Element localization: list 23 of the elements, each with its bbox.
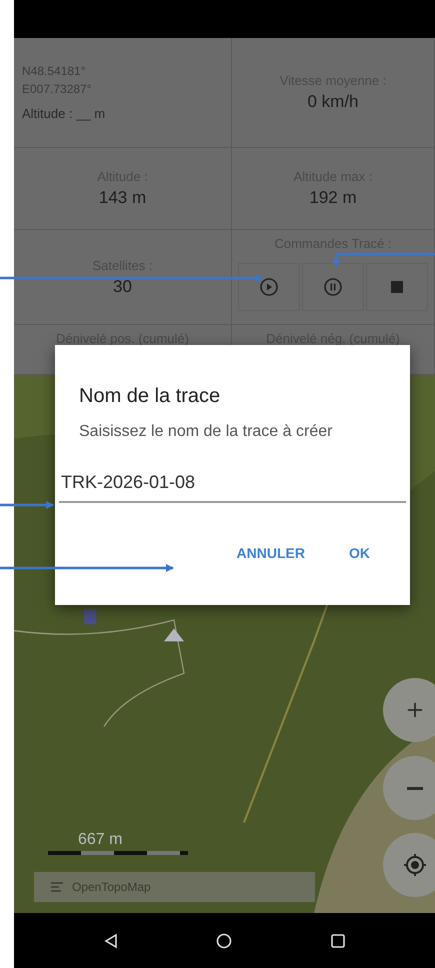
back-icon — [102, 932, 119, 948]
max-altitude-value: 192 m — [309, 188, 357, 208]
dialog-message: Saisissez le nom de la trace à créer — [79, 422, 334, 442]
play-circle-icon — [259, 277, 279, 297]
layers-icon — [50, 881, 64, 893]
stop-button[interactable] — [366, 263, 428, 311]
ok-button[interactable]: OK — [345, 541, 374, 565]
play-button[interactable] — [238, 263, 300, 311]
satellites-value: 30 — [113, 276, 132, 296]
pause-button[interactable] — [302, 263, 364, 311]
average-speed-value: 0 km/h — [307, 92, 359, 112]
dialog-title: Nom de la trace — [79, 385, 222, 408]
pause-circle-icon — [323, 277, 343, 297]
track-name-input[interactable]: TRK-2026-01-08 — [59, 468, 406, 503]
minus-icon — [407, 786, 423, 790]
crosshair-icon — [403, 853, 427, 877]
home-icon — [216, 932, 232, 948]
altitude-value: 143 m — [98, 188, 146, 208]
scale-text: 667 m — [77, 831, 124, 849]
altitude-text: Altitude : __ m — [22, 106, 106, 121]
cancel-button[interactable]: ANNULER — [232, 541, 309, 565]
stop-icon — [390, 280, 404, 294]
recents-icon — [330, 932, 346, 948]
